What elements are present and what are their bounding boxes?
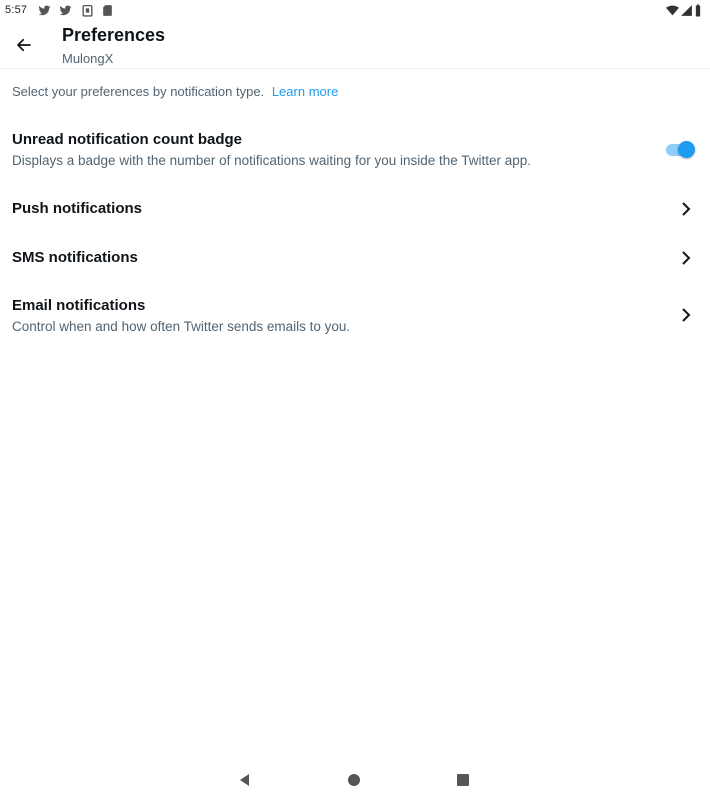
system-nav-bar xyxy=(0,766,710,800)
signal-icon xyxy=(680,4,693,17)
twitter-icon xyxy=(59,4,72,17)
email-notifications-description: Control when and how often Twitter sends… xyxy=(12,319,351,334)
chevron-right-icon xyxy=(679,200,693,218)
sd-card-icon xyxy=(101,4,114,17)
push-notifications-setting[interactable]: Push notifications xyxy=(0,196,710,222)
intro-text: Select your preferences by notification … xyxy=(12,84,338,99)
status-time: 5:57 xyxy=(5,4,28,16)
toggle-thumb xyxy=(678,141,695,158)
nav-recents-icon[interactable] xyxy=(455,772,471,788)
chevron-right-icon xyxy=(679,249,693,267)
arrow-left-icon xyxy=(17,38,31,52)
learn-more-link[interactable]: Learn more xyxy=(272,84,338,99)
email-notifications-setting[interactable]: Email notifications Control when and how… xyxy=(0,294,710,340)
clipboard-icon xyxy=(81,4,94,17)
nav-back-icon[interactable] xyxy=(237,772,253,788)
unread-badge-description: Displays a badge with the number of noti… xyxy=(12,153,532,168)
app-bar: Preferences MulongX xyxy=(0,22,710,69)
email-notifications-title: Email notifications xyxy=(12,297,146,314)
unread-badge-toggle[interactable] xyxy=(664,140,696,160)
sms-notifications-title: SMS notifications xyxy=(12,249,138,266)
push-notifications-title: Push notifications xyxy=(12,200,143,217)
unread-badge-title: Unread notification count badge xyxy=(12,131,243,148)
chevron-right-icon xyxy=(679,306,693,324)
back-button[interactable] xyxy=(12,34,36,56)
sms-notifications-setting[interactable]: SMS notifications xyxy=(0,245,710,271)
nav-home-icon[interactable] xyxy=(346,772,362,788)
account-username: MulongX xyxy=(62,51,114,66)
intro-description: Select your preferences by notification … xyxy=(12,84,265,99)
battery-icon xyxy=(694,4,702,17)
status-bar: 5:57 xyxy=(0,0,710,22)
unread-badge-setting[interactable]: Unread notification count badge Displays… xyxy=(0,128,710,178)
page-title: Preferences xyxy=(62,25,166,45)
wifi-icon xyxy=(666,4,679,17)
twitter-icon xyxy=(38,4,51,17)
